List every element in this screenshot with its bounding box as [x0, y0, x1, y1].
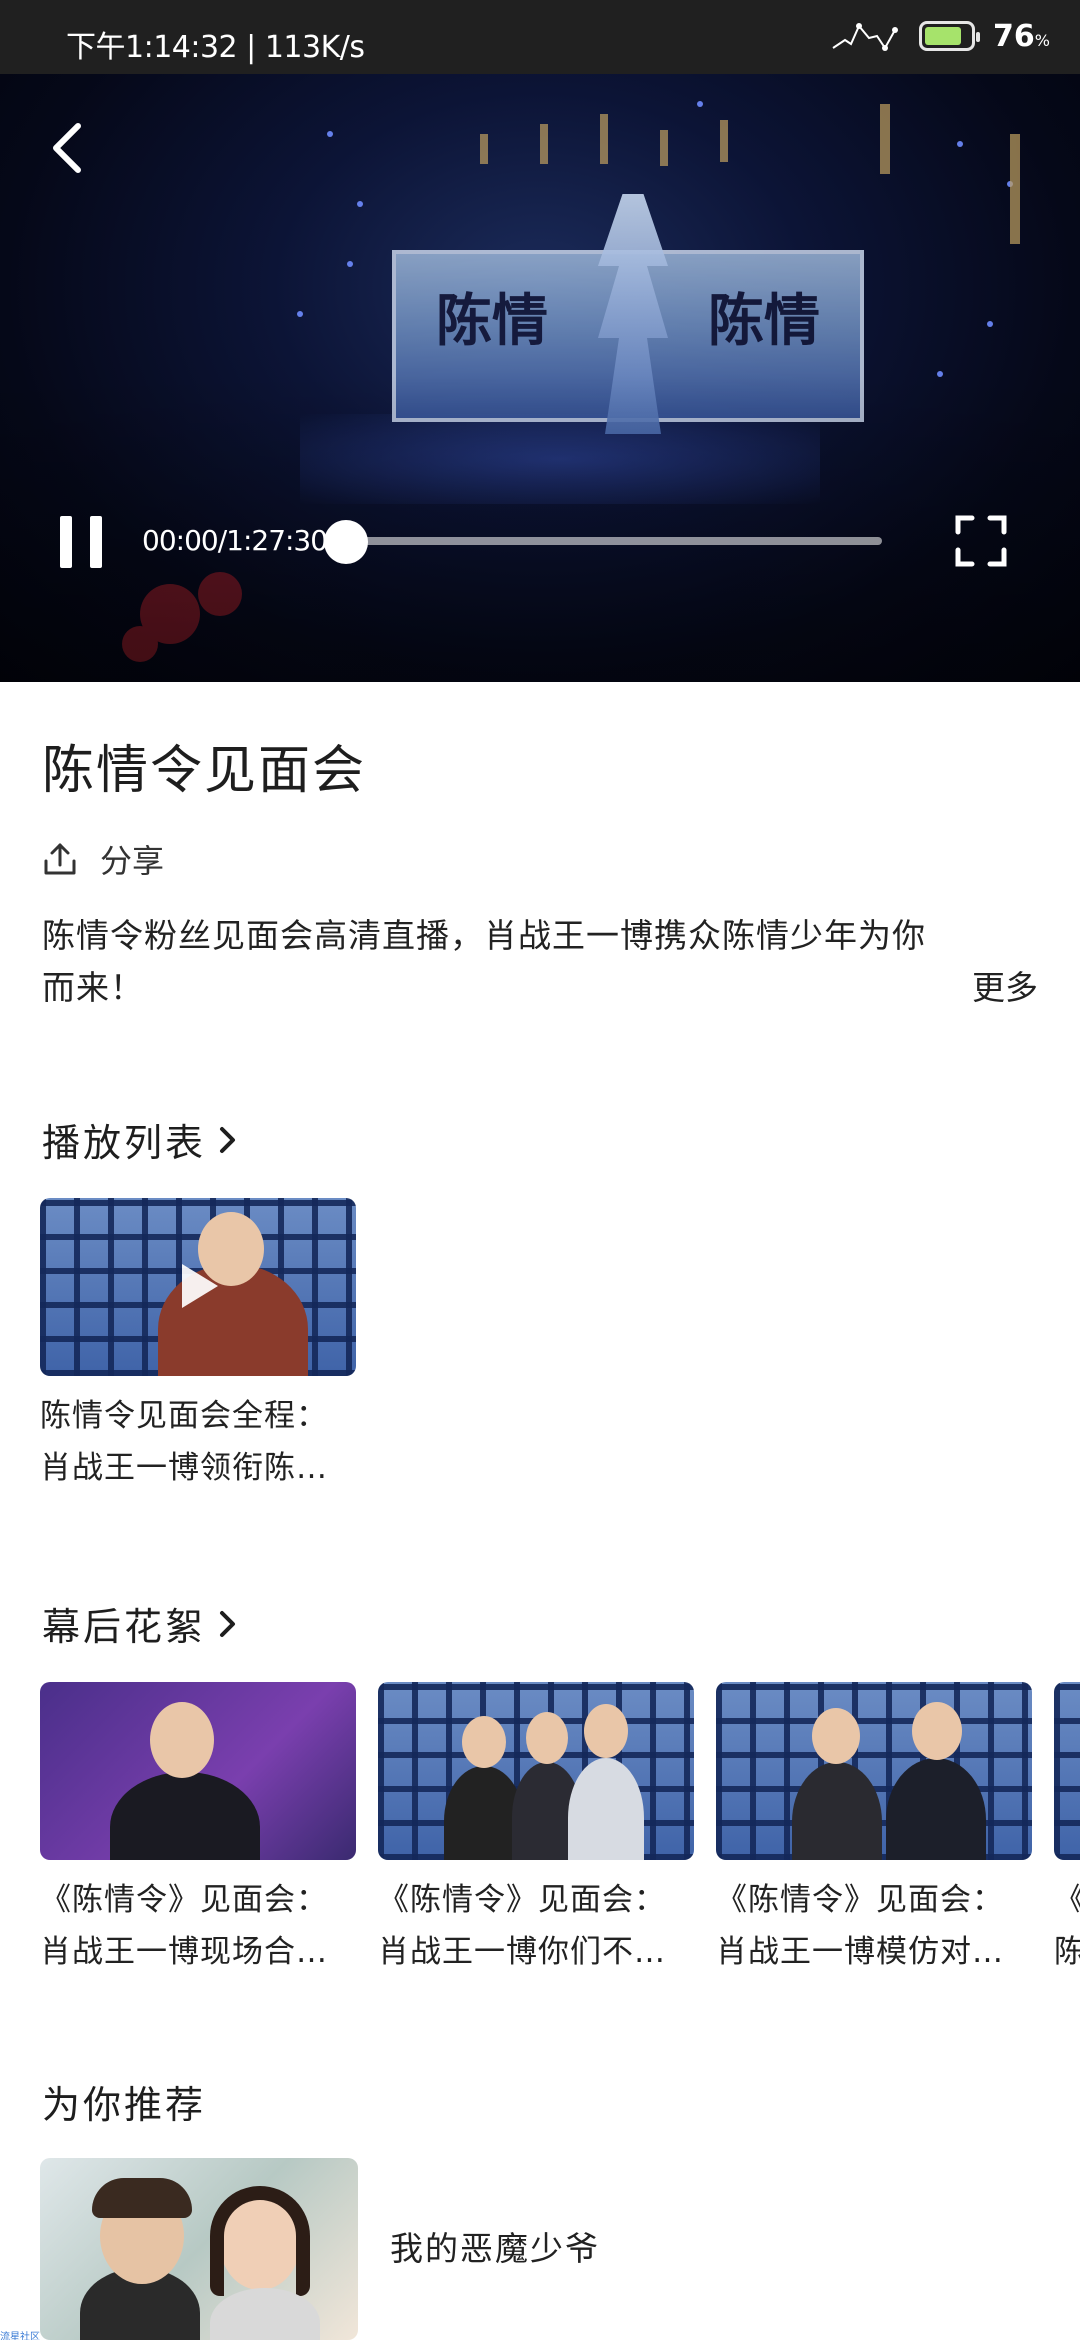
battery-level: 76% — [993, 18, 1050, 54]
recommend-title: 为你推荐 — [42, 2083, 207, 2127]
playlist-item-title-line1: 陈情令见面会全程： — [40, 1398, 328, 1434]
share-label: 分享 — [100, 842, 165, 880]
video-player[interactable]: 陈情 陈情 — [0, 74, 1080, 682]
play-icon — [182, 1264, 218, 1308]
fullscreen-icon[interactable] — [954, 514, 1008, 568]
recommend-header: 为你推荐 — [42, 2074, 206, 2129]
behind-scenes-thumbnail — [1054, 1682, 1080, 1860]
pause-button[interactable] — [58, 516, 104, 568]
playlist-title: 播放列表 — [42, 1121, 207, 1165]
behind-scenes-title-line1: 《陈情令》见面会： — [378, 1882, 666, 1918]
behind-scenes-thumbnail — [716, 1682, 1032, 1860]
recommend-thumbnail[interactable] — [40, 2158, 358, 2340]
recommend-item-title[interactable]: 我的恶魔少爷 — [390, 2222, 600, 2270]
stage-text-right: 陈情 — [708, 288, 820, 354]
behind-scenes-title-line2: 肖战王一博你们不… — [378, 1934, 666, 1970]
signal-icon — [832, 23, 899, 51]
share-icon — [44, 843, 76, 875]
more-button[interactable]: 更多 — [972, 962, 1038, 1014]
behind-scenes-title-line1: 《陈情令》见面会： — [716, 1882, 1004, 1918]
playlist-item-title-line2: 肖战王一博领衔陈… — [40, 1450, 328, 1486]
behind-scenes-title-line2: 陈 — [1054, 1934, 1080, 1970]
chevron-right-icon — [220, 1126, 236, 1153]
behind-scenes-item[interactable]: 《 陈 — [1054, 1682, 1080, 1978]
progress-knob[interactable] — [324, 520, 368, 564]
status-icons: 76% — [829, 18, 1050, 54]
watermark: 流星社区 — [0, 2332, 40, 2340]
behind-scenes-title-line1: 《 — [1054, 1874, 1080, 1926]
playback-time: 00:00/1:27:30 — [142, 524, 328, 557]
playlist-item[interactable]: 陈情令见面会全程： 肖战王一博领衔陈… — [40, 1198, 356, 1494]
behind-scenes-item[interactable]: 《陈情令》见面会： 肖战王一博你们不… — [378, 1682, 694, 1978]
behind-scenes-title: 幕后花絮 — [42, 1605, 207, 1649]
behind-scenes-item[interactable]: 《陈情令》见面会： 肖战王一博现场合… — [40, 1682, 356, 1978]
pause-icon — [60, 516, 72, 568]
behind-scenes-item[interactable]: 《陈情令》见面会： 肖战王一博模仿对… — [716, 1682, 1032, 1978]
status-bar: 下午1:14:32 | 113K/s 76% — [0, 0, 1080, 74]
stage-text-left: 陈情 — [436, 288, 548, 354]
back-arrow-icon[interactable] — [44, 120, 92, 176]
behind-scenes-thumbnail — [40, 1682, 356, 1860]
video-description: 陈情令粉丝见面会高清直播，肖战王一博携众陈情少年为你而来！ — [42, 916, 926, 1007]
behind-scenes-title-line1: 《陈情令》见面会： — [40, 1882, 328, 1918]
behind-scenes-thumbnail — [378, 1682, 694, 1860]
playlist-header[interactable]: 播放列表 — [42, 1112, 240, 1167]
status-time: 下午1:14:32 | 113K/s — [66, 30, 365, 65]
behind-scenes-header[interactable]: 幕后花絮 — [42, 1596, 240, 1651]
video-title: 陈情令见面会 — [42, 741, 367, 801]
chevron-right-icon — [220, 1610, 236, 1637]
battery-icon — [919, 21, 981, 51]
playlist-thumbnail — [40, 1198, 356, 1376]
progress-track[interactable] — [346, 537, 882, 545]
share-button[interactable]: 分享 — [42, 836, 164, 882]
behind-scenes-title-line2: 肖战王一博模仿对… — [716, 1934, 1004, 1970]
behind-scenes-title-line2: 肖战王一博现场合… — [40, 1934, 328, 1970]
